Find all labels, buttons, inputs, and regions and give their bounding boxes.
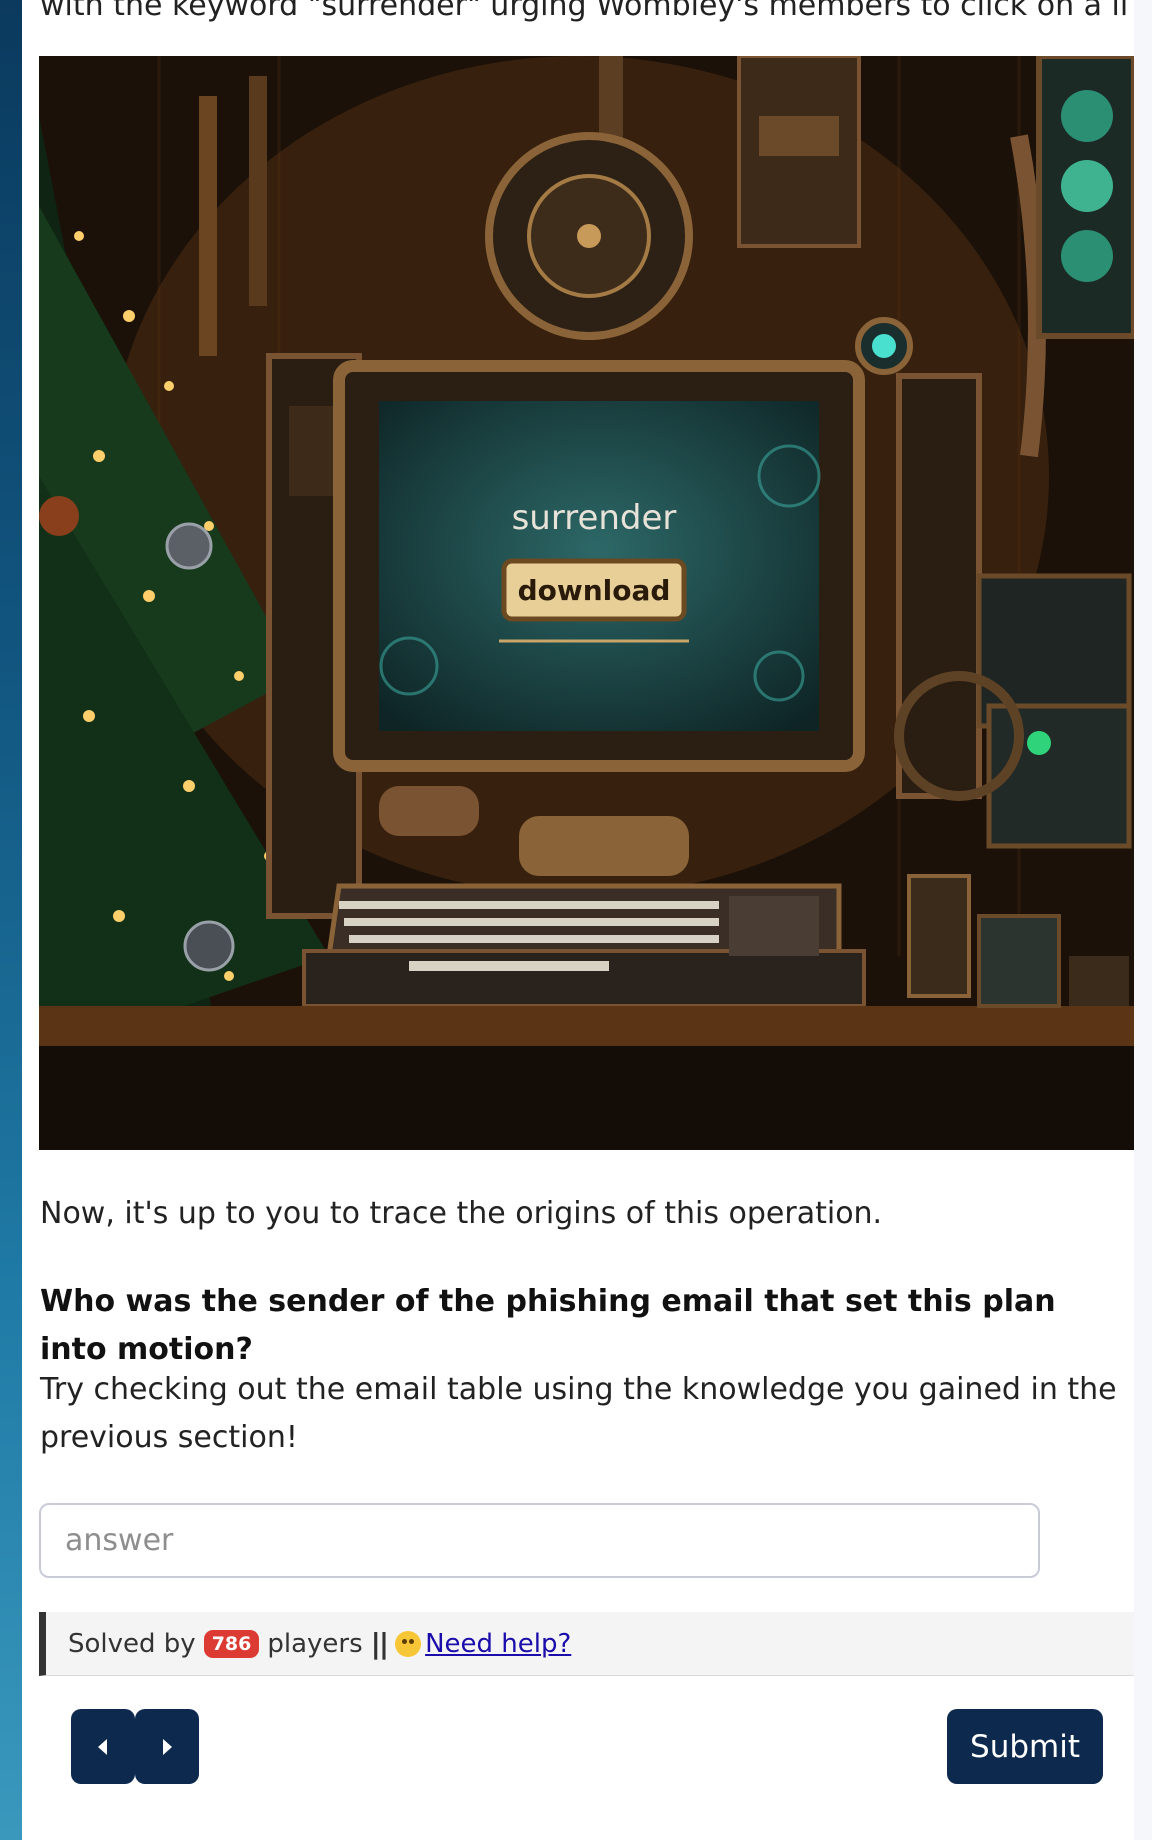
solved-prefix: Solved by — [68, 1628, 196, 1659]
answer-input[interactable] — [39, 1503, 1040, 1578]
steampunk-computer-illustration: surrender download — [39, 56, 1134, 1150]
next-button[interactable] — [135, 1709, 199, 1784]
separator: || — [370, 1627, 390, 1660]
question-heading: Who was the sender of the phishing email… — [40, 1284, 1056, 1367]
caret-right-icon — [163, 1738, 172, 1755]
need-help-link[interactable]: Need help? — [395, 1629, 571, 1659]
right-gutter — [1134, 0, 1152, 1840]
cut-off-paragraph: with the keyword "surrender" urging Womb… — [40, 0, 1130, 23]
hint-paragraph: Try checking out the email table using t… — [40, 1372, 1117, 1455]
intro-paragraph: Now, it's up to you to trace the origins… — [40, 1196, 883, 1231]
caret-left-icon — [98, 1738, 107, 1755]
need-help-label: Need help? — [425, 1628, 572, 1659]
solved-status-bar: Solved by 786 players || Need help? — [39, 1612, 1134, 1676]
left-sidebar-rail — [0, 0, 22, 1840]
worried-face-icon — [395, 1630, 422, 1657]
screen-button-text: download — [518, 574, 671, 607]
solved-count-badge: 786 — [203, 1629, 260, 1658]
submit-button[interactable]: Submit — [947, 1709, 1103, 1784]
illustration-svg: surrender download — [39, 56, 1134, 1150]
screen-title-text: surrender — [512, 498, 677, 538]
previous-button[interactable] — [71, 1709, 135, 1784]
solved-suffix: players — [267, 1628, 363, 1659]
